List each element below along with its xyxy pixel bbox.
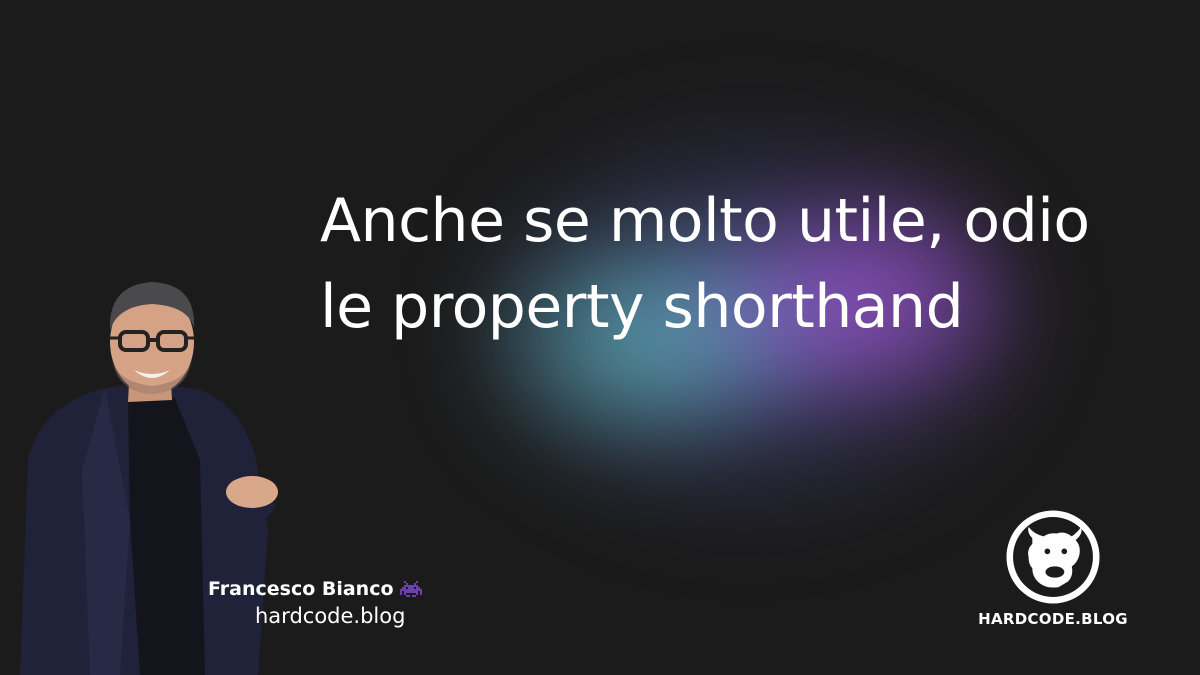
brand-block: HARDCODE.BLOG [968,510,1138,628]
author-block: Francesco Bianco hardcode.blog [208,576,422,630]
headline-line-2: le property shorthand [320,272,964,342]
author-name: Francesco Bianco [208,578,394,600]
alien-monster-icon [399,581,422,597]
author-name-row: Francesco Bianco [208,576,422,602]
brand-name: HARDCODE.BLOG [978,610,1128,628]
headline: Anche se molto utile, odio le property s… [320,178,1160,350]
author-site: hardcode.blog [255,604,406,628]
bull-head-icon [1006,510,1100,604]
headline-line-1: Anche se molto utile, odio [320,186,1090,256]
social-card: Anche se molto utile, odio le property s… [0,0,1200,675]
